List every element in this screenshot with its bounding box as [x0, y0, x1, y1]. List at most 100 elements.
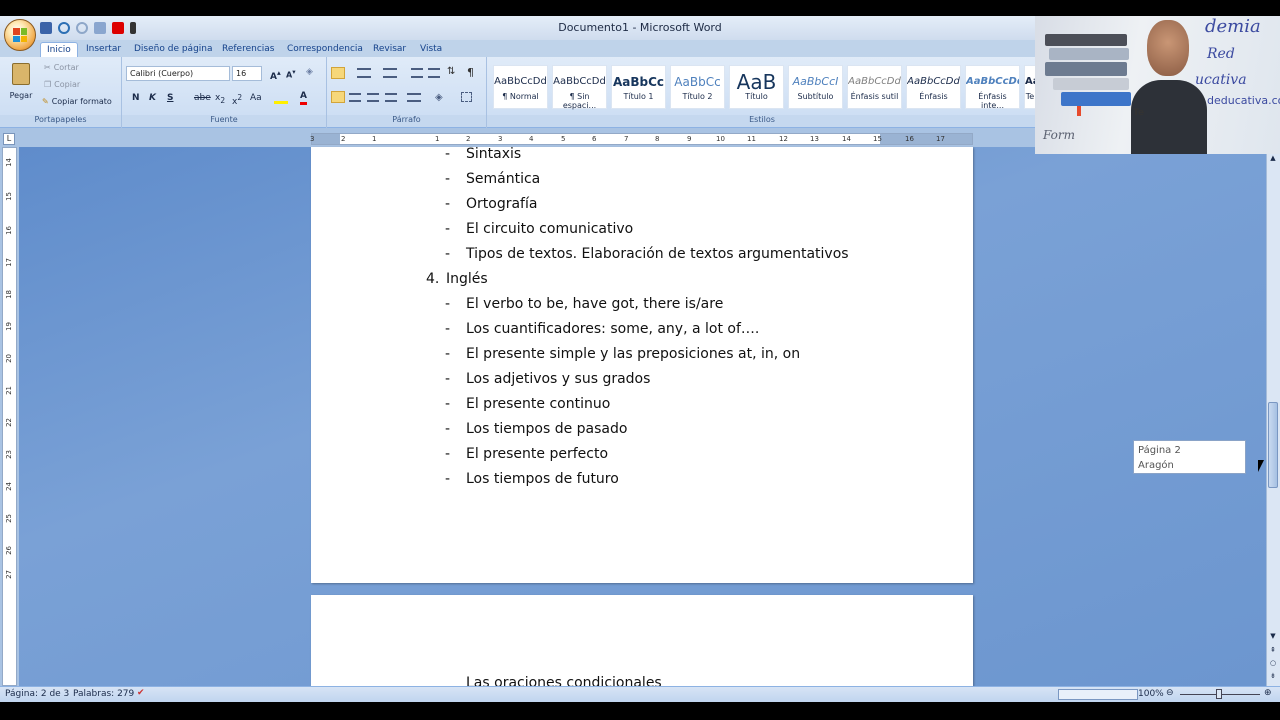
bold-button[interactable]: N: [132, 93, 140, 103]
vruler-tick: 17: [5, 258, 13, 267]
tab-correspondencia[interactable]: Correspondencia: [281, 42, 369, 57]
italic-button[interactable]: K: [149, 93, 156, 103]
style-subtitulo[interactable]: AaBbCcI Subtítulo: [788, 65, 843, 109]
zoom-slider-thumb[interactable]: [1216, 689, 1222, 699]
cut-button[interactable]: ✂ Cortar: [44, 63, 79, 72]
document-line[interactable]: Los tiempos de pasado: [466, 421, 627, 437]
document-line[interactable]: Semántica: [466, 171, 540, 187]
underline-button[interactable]: S: [167, 93, 173, 103]
grid-icon[interactable]: [94, 22, 106, 34]
tab-inicio[interactable]: Inicio: [40, 42, 78, 58]
style-enfasis-intenso[interactable]: AaBbCcDd Énfasis inte...: [965, 65, 1020, 110]
shading-icon[interactable]: ◈: [435, 92, 443, 103]
zoom-out-icon[interactable]: ⊖: [1166, 688, 1174, 698]
next-page-icon[interactable]: ⇟: [1267, 671, 1279, 681]
tab-vista[interactable]: Vista: [414, 42, 448, 57]
font-color-button[interactable]: A: [300, 91, 307, 105]
document-line[interactable]: Los adjetivos y sus grados: [466, 371, 650, 387]
status-page[interactable]: Página: 2 de 3: [5, 689, 69, 699]
mouse-cursor-icon: [1258, 460, 1264, 472]
style-sin-espaciado[interactable]: AaBbCcDd ¶ Sin espaci...: [552, 65, 607, 110]
undo-icon[interactable]: [58, 22, 70, 34]
view-buttons[interactable]: [1058, 689, 1138, 700]
style-preview: AaBbCcDd: [553, 76, 606, 87]
style-normal[interactable]: AaBbCcDd ¶ Normal: [493, 65, 548, 109]
save-icon[interactable]: [40, 22, 52, 34]
document-line[interactable]: El verbo to be, have got, there is/are: [466, 296, 723, 312]
clear-format-icon[interactable]: ◈: [306, 67, 313, 77]
document-page-next[interactable]: Las oraciones condicionales: [311, 595, 973, 686]
justify-icon[interactable]: [385, 93, 397, 102]
style-titulo-2[interactable]: AaBbCc Título 2: [670, 65, 725, 109]
show-marks-icon[interactable]: ¶: [467, 66, 474, 79]
document-line[interactable]: Ortografía: [466, 196, 537, 212]
status-bar: Página: 2 de 3 Palabras: 279 ✔ 100% ⊖ ⊕: [0, 686, 1280, 702]
style-titulo[interactable]: AaB Título: [729, 65, 784, 109]
sort-icon[interactable]: ⇅: [447, 66, 455, 77]
font-name-select[interactable]: Calibri (Cuerpo): [126, 66, 230, 81]
font-size-select[interactable]: 16: [232, 66, 262, 81]
horizontal-ruler[interactable]: 3 2 1 1 2 3 4 5 6 7 8 9 10 11 12 13 14 1…: [310, 133, 973, 145]
office-button[interactable]: [4, 19, 36, 51]
bullets-icon[interactable]: [331, 67, 345, 79]
bullet-dash: -: [445, 146, 451, 162]
subscript-button[interactable]: x2: [215, 93, 225, 105]
font-color-icon[interactable]: [112, 22, 124, 34]
document-line[interactable]: Los cuantificadores: some, any, a lot of…: [466, 321, 759, 337]
style-enfasis[interactable]: AaBbCcDd Énfasis: [906, 65, 961, 109]
vruler-tick: 25: [5, 514, 13, 523]
webcam-brand-1: demia: [1205, 16, 1261, 37]
vertical-ruler[interactable]: 14 15 16 17 18 19 20 21 22 23 24 25 26 2…: [2, 147, 17, 686]
document-line[interactable]: El presente continuo: [466, 396, 610, 412]
zoom-level[interactable]: 100%: [1138, 689, 1164, 699]
scrollbar-thumb[interactable]: [1268, 402, 1278, 488]
tab-revisar[interactable]: Revisar: [367, 42, 412, 57]
document-line[interactable]: Las oraciones condicionales: [466, 675, 662, 686]
top-black-bar: [0, 0, 1280, 16]
document-line[interactable]: El presente simple y las preposiciones a…: [466, 346, 800, 362]
document-line[interactable]: El circuito comunicativo: [466, 221, 633, 237]
grow-font-icon[interactable]: A▴: [270, 68, 281, 82]
format-painter-button[interactable]: ✎ Copiar formato: [42, 97, 112, 106]
proofing-icon[interactable]: ✔: [137, 688, 145, 698]
customize-qat-icon[interactable]: [130, 22, 136, 34]
document-heading[interactable]: Inglés: [446, 271, 488, 287]
style-titulo-1[interactable]: AaBbCc Título 1: [611, 65, 666, 109]
tab-referencias[interactable]: Referencias: [216, 42, 281, 57]
copy-icon: ❐: [44, 80, 52, 89]
highlight-icon[interactable]: [274, 94, 288, 104]
scroll-up-icon[interactable]: ▲: [1267, 153, 1279, 163]
numbering-icon[interactable]: [357, 68, 371, 78]
zoom-in-icon[interactable]: ⊕: [1264, 688, 1272, 698]
prev-page-icon[interactable]: ⇞: [1267, 645, 1279, 655]
status-words[interactable]: Palabras: 279: [73, 689, 134, 699]
align-right-icon[interactable]: [367, 93, 379, 102]
change-case-button[interactable]: Aa: [250, 93, 262, 103]
document-line[interactable]: El presente perfecto: [466, 446, 608, 462]
tab-insertar[interactable]: Insertar: [80, 42, 127, 57]
bottom-black-bar: [0, 702, 1280, 720]
decrease-indent-icon[interactable]: [411, 68, 423, 78]
superscript-button[interactable]: x2: [232, 93, 242, 107]
browse-object-icon[interactable]: ○: [1267, 658, 1279, 668]
tab-diseno-pagina[interactable]: Diseño de página: [128, 42, 219, 57]
line-spacing-icon[interactable]: [407, 93, 421, 102]
document-line[interactable]: Tipos de textos. Elaboración de textos a…: [466, 246, 849, 262]
strikethrough-button[interactable]: abe: [194, 93, 211, 103]
document-line[interactable]: Sintaxis: [466, 146, 521, 162]
style-enfasis-sutil[interactable]: AaBbCcDd Énfasis sutil: [847, 65, 902, 109]
paste-button[interactable]: Pegar: [6, 61, 36, 105]
copy-button[interactable]: ❐ Copiar: [44, 80, 80, 89]
borders-icon[interactable]: [461, 92, 472, 102]
tab-selector-icon[interactable]: L: [3, 133, 15, 145]
scroll-down-icon[interactable]: ▼: [1267, 631, 1279, 641]
redo-icon[interactable]: [76, 22, 88, 34]
multilevel-list-icon[interactable]: [383, 68, 397, 78]
align-center-icon[interactable]: [349, 93, 361, 102]
shrink-font-icon[interactable]: A▾: [286, 68, 296, 80]
document-page[interactable]: [311, 147, 973, 583]
ruler-tick: 7: [624, 135, 629, 143]
document-line[interactable]: Los tiempos de futuro: [466, 471, 619, 487]
increase-indent-icon[interactable]: [428, 68, 440, 78]
align-left-icon[interactable]: [331, 91, 345, 103]
